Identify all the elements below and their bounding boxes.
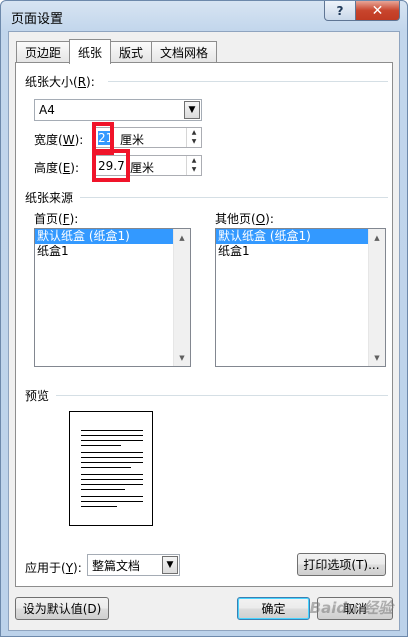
height-label-text: 高度( (34, 161, 63, 175)
scroll-down-icon[interactable]: ▼ (174, 349, 190, 366)
preview-line (81, 467, 131, 468)
close-icon: ✕ (371, 2, 384, 19)
preview-line (81, 440, 143, 441)
list-item[interactable]: 默认纸盒 (纸盒1) (35, 229, 190, 244)
paper-tab-panel: 纸张大小(R): A4 ▼ 宽度(W): 21 厘米 ▲ ▼ 高度(E): 29… (15, 62, 393, 587)
tab-document-grid[interactable]: 文档网格 (151, 41, 218, 63)
paper-size-label-text: 纸张大小( (25, 75, 78, 89)
other-pages-label: 其他页(O): (215, 210, 274, 227)
tab-strip: 页边距 纸张 版式 文档网格 (16, 39, 218, 64)
paper-source-divider (80, 197, 388, 198)
paper-size-value: A4 (39, 103, 55, 117)
preview-group-label: 预览 (25, 389, 50, 403)
height-label: 高度(E): (34, 159, 79, 176)
close-button[interactable]: ✕ (355, 1, 400, 21)
preview-divider (56, 395, 388, 396)
help-button[interactable]: ? (324, 1, 356, 21)
spin-down-icon[interactable]: ▼ (187, 137, 201, 146)
preview-line (81, 445, 121, 446)
first-page-source-list[interactable]: 默认纸盒 (纸盒1) 纸盒1 ▲ ▼ (34, 228, 191, 367)
paper-size-select[interactable]: A4 ▼ (34, 99, 202, 121)
first-page-label-text: 首页( (34, 212, 63, 226)
apply-to-value: 整篇文档 (92, 558, 141, 573)
first-page-label-end: ): (69, 212, 79, 226)
width-spin-buttons[interactable]: ▲ ▼ (186, 128, 201, 147)
scroll-up-icon[interactable]: ▲ (369, 229, 385, 246)
list-item[interactable]: 纸盒1 (35, 244, 190, 259)
help-icon: ? (336, 3, 344, 18)
preview-line (81, 452, 143, 453)
other-pages-label-end: ): (265, 212, 274, 226)
page-preview-thumbnail (69, 411, 153, 526)
spin-up-icon[interactable]: ▲ (187, 128, 201, 137)
dialog-title: 页面设置 (11, 12, 64, 27)
first-page-scrollbar[interactable]: ▲ ▼ (173, 229, 190, 366)
other-pages-label-text: 其他页( (215, 212, 256, 226)
other-pages-scrollbar[interactable]: ▲ ▼ (368, 229, 385, 366)
tab-paper[interactable]: 纸张 (69, 39, 112, 64)
watermark-text: Baidu 经验 (309, 599, 393, 617)
width-mnemonic: W (62, 133, 75, 147)
spin-up-icon[interactable]: ▲ (187, 156, 201, 165)
other-pages-source-list[interactable]: 默认纸盒 (纸盒1) 纸盒1 ▲ ▼ (215, 228, 386, 367)
paper-size-mnemonic: R (77, 75, 87, 89)
apply-to-label: 应用于(Y): (25, 559, 82, 576)
preview-line (81, 479, 143, 480)
paper-size-label-end: ): (86, 75, 95, 89)
height-unit: 厘米 (130, 161, 155, 175)
first-page-label: 首页(F): (34, 210, 78, 227)
preview-line (81, 489, 125, 490)
apply-to-label-end: ): (73, 561, 82, 575)
preview-line (81, 484, 143, 485)
spin-down-icon[interactable]: ▼ (187, 165, 201, 174)
preview-line (81, 496, 143, 497)
width-label-text: 宽度( (34, 133, 63, 147)
paper-size-divider (108, 81, 388, 82)
title-bar[interactable]: 页面设置 ? ✕ (1, 1, 407, 31)
tab-layout[interactable]: 版式 (110, 41, 153, 63)
preview-line (81, 457, 143, 458)
apply-to-label-text: 应用于( (25, 561, 66, 575)
width-label: 宽度(W): (34, 131, 83, 148)
preview-line (81, 501, 143, 502)
preview-line (81, 474, 143, 475)
set-default-button[interactable]: 设为默认值(D) (15, 597, 109, 620)
width-label-end: ): (74, 133, 84, 147)
chevron-down-icon[interactable]: ▼ (184, 101, 200, 119)
dialog-client-area: 页边距 纸张 版式 文档网格 纸张大小(R): A4 ▼ 宽度(W): 21 厘… (8, 31, 400, 631)
list-item[interactable]: 纸盒1 (216, 244, 385, 259)
paper-size-group-label: 纸张大小(R): (25, 73, 95, 90)
height-highlight-box (92, 149, 130, 182)
tab-margins[interactable]: 页边距 (16, 41, 71, 63)
paper-source-group-label: 纸张来源 (25, 191, 74, 205)
print-options-button[interactable]: 打印选项(T)... (297, 553, 386, 576)
chevron-down-icon[interactable]: ▼ (162, 556, 178, 574)
preview-line (81, 506, 117, 507)
first-page-mnemonic: F (62, 212, 70, 226)
apply-to-mnemonic: Y (65, 561, 74, 575)
width-unit: 厘米 (120, 133, 145, 147)
other-pages-mnemonic: O (255, 212, 266, 226)
preview-line (81, 435, 143, 436)
height-label-end: ): (70, 161, 80, 175)
scroll-down-icon[interactable]: ▼ (369, 349, 385, 366)
scroll-up-icon[interactable]: ▲ (174, 229, 190, 246)
preview-line (81, 462, 143, 463)
page-setup-dialog: 页面设置 ? ✕ 页边距 纸张 版式 文档网格 纸张大小(R): A4 ▼ 宽度… (0, 0, 408, 637)
ok-button[interactable]: 确定 (237, 597, 310, 620)
list-item[interactable]: 默认纸盒 (纸盒1) (216, 229, 385, 244)
height-spin-buttons[interactable]: ▲ ▼ (186, 156, 201, 175)
preview-line (81, 430, 143, 431)
apply-to-select[interactable]: 整篇文档 ▼ (87, 554, 180, 576)
